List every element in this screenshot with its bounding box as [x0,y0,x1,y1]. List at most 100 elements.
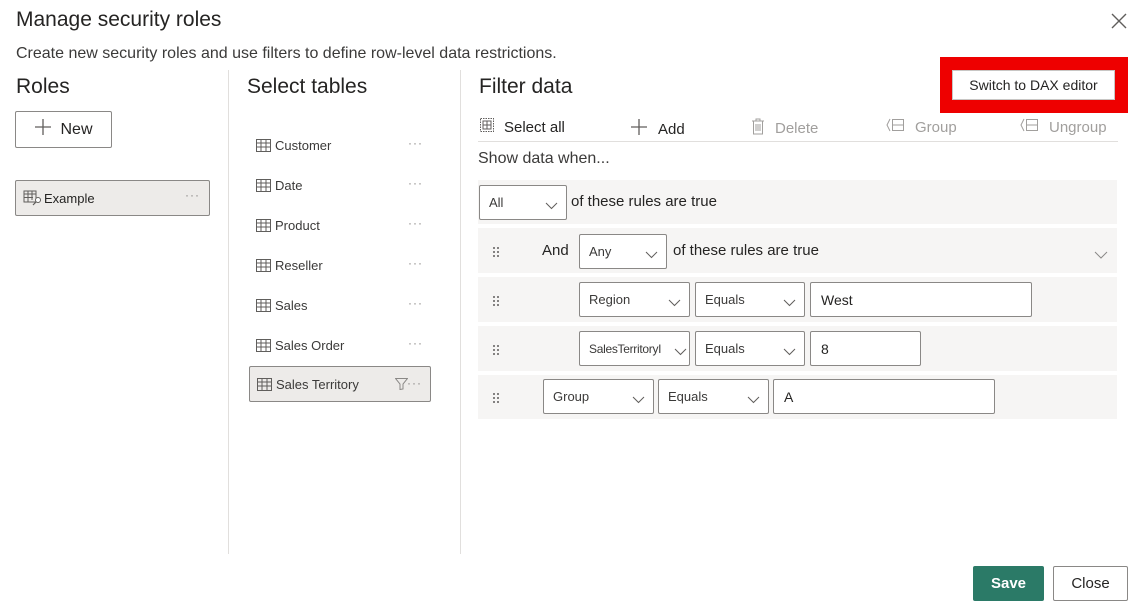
chevron-down-icon [632,392,645,407]
table-icon [257,377,272,391]
column-dropdown[interactable]: Group [543,379,654,414]
group-label: Group [915,118,957,136]
new-role-button[interactable]: New [15,111,112,148]
chevron-down-icon [545,198,558,213]
trash-icon [751,118,765,139]
table-label: Reseller [275,257,323,273]
group-icon [886,118,905,136]
more-options-icon[interactable]: ··· [408,176,423,190]
quantifier-value: Any [589,244,612,259]
delete-button[interactable]: Delete [751,118,818,139]
more-options-icon[interactable]: ··· [185,188,200,202]
chevron-down-icon [674,344,687,359]
table-item-sales-order[interactable]: Sales Order ··· [249,327,431,363]
plus-icon [630,118,648,140]
collapse-chevron-icon[interactable] [1094,246,1108,264]
column-value: Group [553,389,590,404]
value-input[interactable]: A [773,379,995,414]
more-options-icon[interactable]: ··· [408,216,423,230]
operator-value: Equals [705,341,745,356]
table-icon [256,218,271,232]
table-label: Product [275,217,320,233]
add-label: Add [658,120,685,138]
chevron-down-icon [668,295,681,310]
table-icon [256,258,271,272]
table-label: Sales [275,297,308,313]
group-quantifier-dropdown[interactable]: Any [579,234,667,269]
nested-rule-row: SalesTerritoryI Equals 8 [478,326,1117,371]
chevron-down-icon [645,247,658,262]
top-rule-row: All of these rules are true [478,180,1117,224]
table-label: Sales Order [275,337,345,353]
more-options-icon[interactable]: ··· [408,136,423,150]
table-item-sales[interactable]: Sales ··· [249,287,431,323]
column-divider [228,70,229,554]
plus-icon [34,118,52,141]
operator-dropdown[interactable]: Equals [695,331,805,366]
switch-to-dax-editor-button[interactable]: Switch to DAX editor [952,70,1115,100]
table-item-product[interactable]: Product ··· [249,207,431,243]
filter-toolbar: Select all Add Delete Group Ungroup [478,116,1118,142]
add-button[interactable]: Add [630,118,685,140]
operator-value: Equals [705,292,745,307]
column-value: SalesTerritoryI [589,341,662,356]
operator-dropdown[interactable]: Equals [695,282,805,317]
drag-handle-icon[interactable] [492,294,500,306]
ungroup-label: Ungroup [1049,118,1107,136]
select-all-button[interactable]: Select all [480,118,565,136]
table-icon [256,338,271,352]
drag-handle-icon[interactable] [492,391,500,403]
dialog-subtitle: Create new security roles and use filter… [16,45,557,62]
drag-handle-icon[interactable] [492,343,500,355]
value-input[interactable]: West [810,282,1032,317]
delete-label: Delete [775,120,819,137]
conjunction-label: And [542,242,569,259]
tables-heading: Select tables [247,75,368,98]
table-icon [256,178,271,192]
column-dropdown[interactable]: SalesTerritoryI [579,331,690,366]
role-item-example[interactable]: Example ··· [15,180,210,216]
group-button[interactable]: Group [886,118,957,136]
drag-handle-icon[interactable] [492,245,500,257]
role-label: Example [44,190,95,206]
select-all-icon [480,118,494,136]
dialog-title: Manage security roles [16,8,222,31]
operator-dropdown[interactable]: Equals [658,379,769,414]
value-input[interactable]: 8 [810,331,921,366]
column-dropdown[interactable]: Region [579,282,690,317]
ungroup-button[interactable]: Ungroup [1020,118,1107,136]
more-options-icon[interactable]: ··· [407,376,422,390]
chevron-down-icon [783,344,796,359]
table-item-sales-territory[interactable]: Sales Territory ··· [249,366,431,402]
rule-text: of these rules are true [571,193,717,210]
quantifier-value: All [489,195,504,210]
roles-heading: Roles [16,75,70,98]
table-icon [256,298,271,312]
new-role-label: New [60,120,93,138]
table-item-reseller[interactable]: Reseller ··· [249,247,431,283]
top-quantifier-dropdown[interactable]: All [479,185,567,220]
column-divider [460,70,461,554]
filter-heading: Filter data [479,75,573,98]
table-icon [256,138,271,152]
table-label: Date [275,177,303,193]
rule-row: Group Equals A [478,375,1117,419]
table-item-date[interactable]: Date ··· [249,167,431,203]
chevron-down-icon [747,392,760,407]
column-value: Region [589,292,631,307]
more-options-icon[interactable]: ··· [408,256,423,270]
save-button[interactable]: Save [973,566,1044,601]
table-label: Customer [275,137,332,153]
table-item-customer[interactable]: Customer ··· [249,127,431,163]
more-options-icon[interactable]: ··· [408,336,423,350]
nested-rule-row: Region Equals West [478,277,1117,322]
group-rule-row: And Any of these rules are true [478,228,1117,273]
rule-text: of these rules are true [673,242,819,259]
close-button[interactable]: Close [1053,566,1128,601]
table-label: Sales Territory [276,376,359,392]
operator-value: Equals [668,389,708,404]
chevron-down-icon [783,295,796,310]
more-options-icon[interactable]: ··· [408,296,423,310]
close-icon[interactable] [1108,10,1130,32]
role-table-edit-icon [23,190,43,206]
